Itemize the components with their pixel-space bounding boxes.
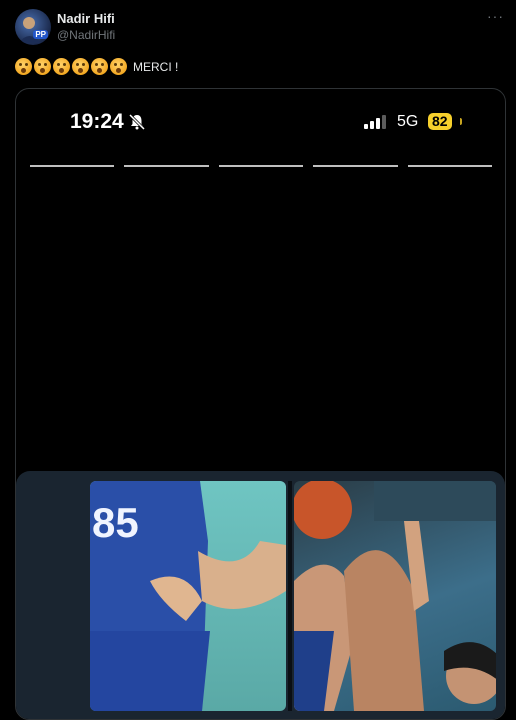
story-progress-segment <box>407 165 493 167</box>
avatar[interactable]: PP <box>15 9 51 45</box>
tweet-body-text: MERCI ! <box>133 59 179 74</box>
story-progress-segment <box>313 165 398 167</box>
story-progress-segment <box>218 165 304 167</box>
story-progress-bars <box>30 165 493 167</box>
player-shooting-image <box>294 481 496 711</box>
story-progress-segment <box>124 165 209 167</box>
cellular-signal-icon <box>364 115 386 129</box>
video-frame-right <box>294 481 496 711</box>
battery-indicator: 82 <box>428 113 452 130</box>
avatar-badge: PP <box>33 30 48 39</box>
frame-divider <box>288 481 292 711</box>
status-bar-time: 19:24 <box>70 110 124 133</box>
hushed-face-emoji <box>53 58 70 75</box>
video-frame-left: 85 <box>90 481 286 711</box>
bell-off-icon <box>128 113 146 131</box>
network-type-label: 5G <box>397 113 419 130</box>
hushed-face-emoji <box>15 58 32 75</box>
hushed-face-emoji <box>91 58 108 75</box>
tweet-text: MERCI ! <box>15 58 178 75</box>
user-handle[interactable]: @NadirHifi <box>57 28 115 42</box>
hushed-face-emoji <box>34 58 51 75</box>
tweet-media[interactable]: 19:24 5G 82 85 <box>15 88 506 720</box>
story-progress-segment <box>30 165 115 167</box>
jersey-number: 85 <box>92 499 139 546</box>
video-preview[interactable]: 85 <box>16 471 505 719</box>
battery-nub <box>460 118 462 125</box>
hushed-face-emoji <box>110 58 127 75</box>
display-name[interactable]: Nadir Hifi <box>57 11 115 26</box>
avatar-image <box>19 17 41 43</box>
hushed-face-emoji <box>72 58 89 75</box>
tweet: PP Nadir Hifi @NadirHifi ··· MERCI ! 19:… <box>0 0 516 720</box>
more-options-icon[interactable]: ··· <box>487 8 504 24</box>
